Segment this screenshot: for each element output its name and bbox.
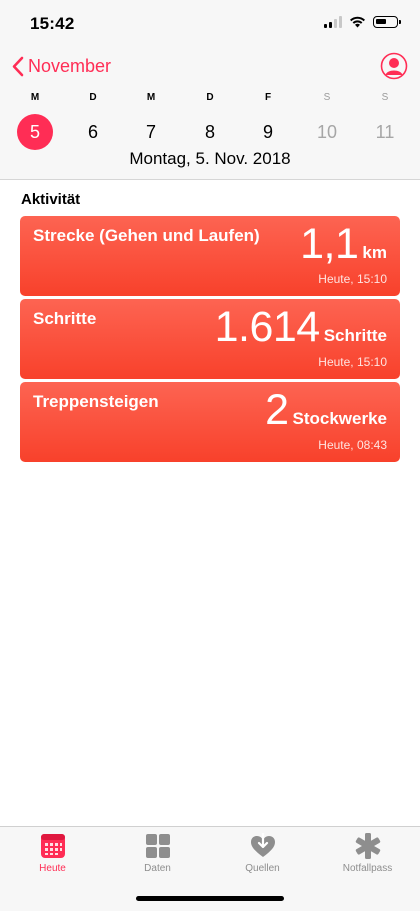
metric-card-distance[interactable]: Strecke (Gehen und Laufen) 1,1 km Heute,… [20, 216, 400, 296]
wifi-icon [350, 16, 365, 28]
tab-label: Quellen [245, 863, 280, 874]
day-cell[interactable]: 11 [367, 114, 403, 150]
weekday-label: S [381, 92, 389, 103]
tab-quellen[interactable]: Quellen [210, 833, 315, 874]
status-bar: 15:42 [0, 0, 420, 48]
metric-name: Schritte [33, 309, 97, 328]
weekday-label: F [264, 92, 272, 103]
metric-value-group: 1,1 km [300, 220, 387, 269]
metric-value-group: 1.614 Schritte [215, 303, 387, 352]
weekday-label: M [146, 92, 156, 103]
four-squares-icon [145, 834, 170, 858]
day-cell[interactable]: 10 [309, 114, 345, 150]
tab-notfallpass[interactable]: Notfallpass [315, 833, 420, 874]
metric-value-group: 2 Stockwerke [265, 386, 387, 435]
profile-icon[interactable] [380, 52, 408, 80]
metric-timestamp: Heute, 08:43 [318, 438, 387, 452]
tab-label: Notfallpass [342, 863, 393, 874]
metric-unit: km [362, 243, 387, 262]
weekday-label: M [30, 92, 40, 103]
tab-label: Heute [39, 863, 66, 874]
back-button[interactable]: November [12, 56, 111, 77]
calendar-header: November M D M D F S S 5 6 7 8 9 10 11 Montag, 5. No… [0, 48, 420, 180]
heart-download-icon [250, 833, 275, 857]
metric-timestamp: Heute, 15:10 [318, 272, 387, 286]
medical-asterisk-icon [355, 833, 380, 859]
chevron-left-icon [12, 56, 24, 77]
weekday-label: S [323, 92, 331, 103]
weekday-label: D [206, 92, 214, 103]
metric-value: 1.614 [214, 303, 321, 351]
tab-daten[interactable]: Daten [105, 833, 210, 874]
metric-timestamp: Heute, 15:10 [318, 355, 387, 369]
calendar-grid-icon [40, 834, 65, 858]
metric-unit: Schritte [323, 326, 387, 345]
status-icons [324, 16, 401, 28]
back-label: November [28, 56, 112, 76]
metric-unit: Stockwerke [292, 409, 388, 428]
day-cell[interactable]: 8 [192, 114, 228, 150]
status-time: 15:42 [30, 14, 75, 33]
metric-name: Treppensteigen [33, 392, 159, 411]
day-cell[interactable]: 9 [250, 114, 286, 150]
day-cell[interactable]: 6 [75, 114, 111, 150]
battery-icon [373, 16, 401, 28]
tab-label: Daten [144, 863, 171, 874]
metric-card-steps[interactable]: Schritte 1.614 Schritte Heute, 15:10 [20, 299, 400, 379]
metric-value: 2 [265, 386, 289, 434]
tab-heute[interactable]: Heute [0, 833, 105, 874]
metric-card-flights-climbed[interactable]: Treppensteigen 2 Stockwerke Heute, 08:43 [20, 382, 400, 462]
day-selected[interactable]: 5 [17, 114, 53, 150]
metric-name: Strecke (Gehen und Laufen) [33, 226, 260, 245]
selected-date: Montag, 5. Nov. 2018 [129, 149, 291, 168]
section-title-activity: Aktivität [21, 191, 81, 208]
metric-value: 1,1 [300, 220, 359, 268]
cellular-signal-icon [324, 16, 342, 28]
weekday-label: D [89, 92, 97, 103]
home-indicator[interactable] [136, 896, 284, 901]
day-cell[interactable]: 7 [133, 114, 169, 150]
